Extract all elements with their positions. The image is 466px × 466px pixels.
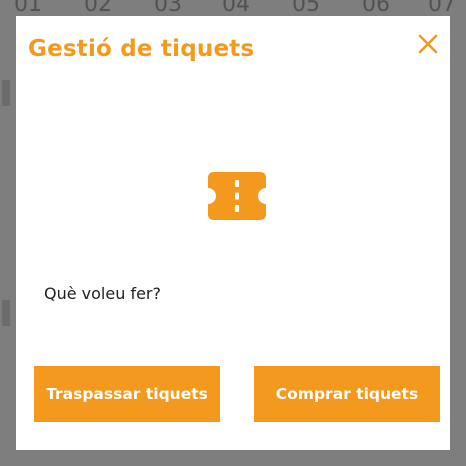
- background-day-label: 01: [14, 0, 42, 17]
- ticket-icon: [208, 172, 266, 220]
- background-day-label: 04: [222, 0, 250, 17]
- question-text: Què voleu fer?: [44, 284, 161, 303]
- buy-tickets-button[interactable]: Comprar tiquets: [254, 366, 440, 422]
- close-icon: [418, 34, 438, 54]
- background-day-label: 02: [84, 0, 112, 17]
- background-day-label: 03: [154, 0, 182, 17]
- background-day-label: 07: [428, 0, 456, 17]
- ticket-management-dialog: Gestió de tiquets Què voleu fer? Traspas…: [16, 16, 450, 450]
- background-day-label: 05: [292, 0, 320, 17]
- background-day-label: 06: [362, 0, 390, 17]
- dialog-title: Gestió de tiquets: [28, 36, 255, 62]
- background-marker: [2, 300, 10, 326]
- transfer-tickets-button[interactable]: Traspassar tiquets: [34, 366, 220, 422]
- close-button[interactable]: [412, 28, 444, 60]
- background-marker: [2, 80, 10, 106]
